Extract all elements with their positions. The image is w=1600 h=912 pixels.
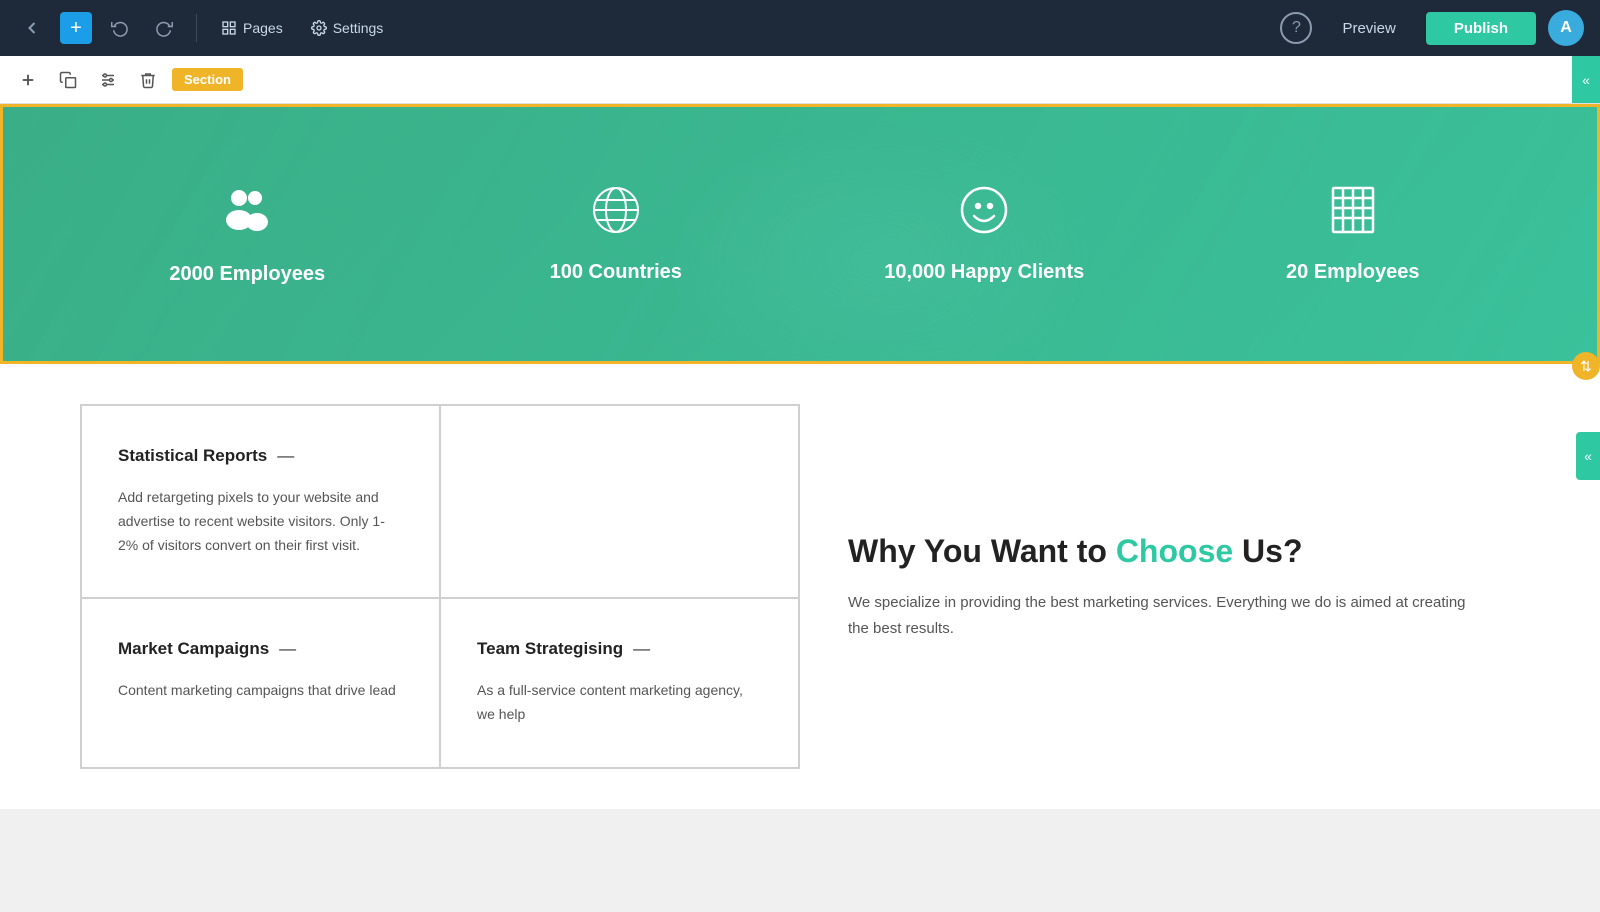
collapse-panel-button[interactable]: « — [1572, 56, 1600, 103]
back-button[interactable] — [16, 12, 48, 44]
preview-button[interactable]: Preview — [1324, 14, 1413, 43]
stats-grid: 2000 Employees 100 Countries — [3, 142, 1597, 326]
stat-label-offices: 20 Employees — [1286, 261, 1419, 284]
stat-label-employees: 2000 Employees — [169, 263, 325, 286]
stat-label-clients: 10,000 Happy Clients — [884, 261, 1084, 284]
top-navigation: + Pages Settings ? Preview Publish A — [0, 0, 1600, 56]
stats-section: 2000 Employees 100 Countries — [0, 104, 1600, 364]
offices-icon — [1329, 184, 1377, 245]
stat-item-offices: 20 Employees — [1169, 184, 1538, 284]
clients-icon — [958, 184, 1010, 245]
employees-icon — [219, 182, 275, 247]
stat-item-employees: 2000 Employees — [63, 182, 432, 286]
card-text-statistical: Add retargeting pixels to your website a… — [118, 486, 403, 557]
content-area: Statistical Reports — Add retargeting pi… — [0, 364, 1600, 809]
stats-section-wrapper: 2000 Employees 100 Countries — [0, 104, 1600, 364]
delete-section-button[interactable] — [132, 64, 164, 96]
add-element-button[interactable] — [12, 64, 44, 96]
stat-label-countries: 100 Countries — [550, 261, 682, 284]
avatar: A — [1548, 10, 1584, 46]
widget-settings-button[interactable] — [92, 64, 124, 96]
card-team-strategising: Team Strategising — As a full-service co… — [440, 598, 799, 768]
card-text-market: Content marketing campaigns that drive l… — [118, 679, 403, 703]
add-button[interactable]: + — [60, 12, 92, 44]
card-market-campaigns: Market Campaigns — Content marketing cam… — [81, 598, 440, 768]
card-title-statistical: Statistical Reports — — [118, 446, 403, 466]
help-button[interactable]: ? — [1280, 12, 1312, 44]
settings-button[interactable]: Settings — [303, 16, 392, 40]
section-resize-handle[interactable]: ⇅ — [1572, 352, 1600, 380]
right-side-why-choose: Why You Want to Choose Us? We specialize… — [800, 404, 1520, 769]
countries-icon — [590, 184, 642, 245]
nav-divider — [196, 14, 197, 42]
right-panel-handle[interactable]: « — [1576, 432, 1600, 480]
duplicate-button[interactable] — [52, 64, 84, 96]
section-label: Section — [172, 68, 243, 91]
choose-title: Why You Want to Choose Us? — [848, 532, 1472, 570]
cards-grid: Statistical Reports — Add retargeting pi… — [80, 404, 800, 769]
redo-button[interactable] — [148, 12, 180, 44]
stat-item-clients: 10,000 Happy Clients — [800, 184, 1169, 284]
card-statistical-reports: Statistical Reports — Add retargeting pi… — [81, 405, 440, 598]
publish-button[interactable]: Publish — [1426, 12, 1536, 45]
card-title-market: Market Campaigns — — [118, 639, 403, 659]
section-toolbar: Section « — [0, 56, 1600, 104]
card-title-team: Team Strategising — — [477, 639, 762, 659]
choose-text: We specialize in providing the best mark… — [848, 590, 1472, 641]
stat-item-countries: 100 Countries — [432, 184, 801, 284]
undo-button[interactable] — [104, 12, 136, 44]
pages-button[interactable]: Pages — [213, 16, 291, 40]
card-empty — [440, 405, 799, 598]
card-text-team: As a full-service content marketing agen… — [477, 679, 762, 727]
